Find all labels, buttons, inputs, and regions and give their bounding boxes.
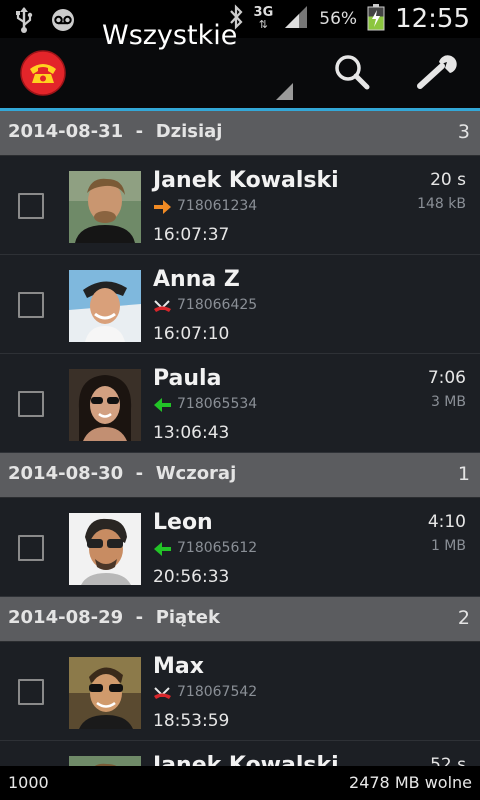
call-time: 16:07:37 — [153, 225, 230, 245]
contact-avatar — [69, 657, 141, 729]
row-checkbox[interactable] — [18, 679, 44, 705]
group-day: Piątek — [155, 607, 220, 628]
call-time: 20:56:33 — [153, 567, 230, 587]
group-count: 1 — [457, 463, 470, 485]
row-checkbox[interactable] — [18, 391, 44, 417]
date-group-header: 2014-08-30 - Wczoraj 1 — [0, 453, 480, 498]
contact-name: Paula — [153, 366, 222, 391]
contact-avatar — [69, 756, 141, 766]
status-clock: 12:55 — [395, 4, 470, 34]
outgoing-call-icon — [153, 199, 172, 215]
group-date: 2014-08-29 — [8, 607, 124, 628]
action-bar — [0, 38, 480, 111]
missed-call-icon — [153, 298, 172, 314]
phone-number: 718067542 — [177, 684, 258, 700]
call-recording-list[interactable]: 2014-08-31 - Dzisiaj 3 Janek Kowalski 71… — [0, 111, 480, 766]
contact-name: Janek Kowalski — [153, 168, 339, 193]
phone-number: 718066425 — [177, 297, 258, 313]
incoming-call-icon — [153, 541, 172, 557]
signal-icon — [283, 4, 309, 34]
call-row[interactable]: Max 718067542 18:53:59 — [0, 642, 480, 741]
incoming-call-icon — [153, 397, 172, 413]
contact-name: Anna Z — [153, 267, 240, 292]
group-count: 3 — [457, 121, 470, 143]
free-space: 2478 MB wolne — [349, 773, 472, 792]
status-bar-notifications — [14, 6, 76, 38]
battery-percent: 56% — [319, 9, 358, 29]
recording-size: 1 MB — [430, 538, 466, 554]
call-duration: 4:10 — [427, 512, 466, 532]
filter-dropdown-label[interactable]: Wszystkie — [102, 20, 237, 51]
settings-wrench-icon[interactable] — [414, 52, 460, 96]
contact-name: Max — [153, 654, 204, 679]
network-3g-icon: 3G ⇅ — [253, 5, 274, 31]
call-row[interactable]: Janek Kowalski 718061234 16:07:37 20 s 1… — [0, 156, 480, 255]
contact-avatar — [69, 513, 141, 585]
call-duration: 52 s — [430, 755, 466, 766]
search-icon[interactable] — [332, 52, 372, 96]
call-row[interactable]: Anna Z 718066425 16:07:10 — [0, 255, 480, 354]
call-time: 13:06:43 — [153, 423, 230, 443]
phone-number: 718065612 — [177, 540, 258, 556]
phone-number: 718061234 — [177, 198, 258, 214]
recording-size: 3 MB — [430, 394, 466, 410]
group-date: 2014-08-31 — [8, 121, 124, 142]
row-checkbox[interactable] — [18, 535, 44, 561]
call-time: 18:53:59 — [153, 711, 230, 731]
group-date: 2014-08-30 — [8, 463, 124, 484]
footer-bar: 1000 2478 MB wolne — [0, 766, 480, 800]
call-time: 16:07:10 — [153, 324, 230, 344]
group-count: 2 — [457, 607, 470, 629]
date-group-header: 2014-08-31 - Dzisiaj 3 — [0, 111, 480, 156]
row-checkbox[interactable] — [18, 193, 44, 219]
contact-avatar — [69, 270, 141, 342]
contact-avatar — [69, 369, 141, 441]
contact-name: Leon — [153, 510, 213, 535]
dropdown-indicator-icon[interactable] — [276, 83, 293, 100]
row-checkbox[interactable] — [18, 292, 44, 318]
status-bar: 3G ⇅ 56% 12:55 — [0, 0, 480, 38]
app-phone-icon[interactable] — [20, 50, 66, 100]
group-day: Wczoraj — [155, 463, 237, 484]
battery-charging-icon — [367, 3, 385, 35]
date-group-header: 2014-08-29 - Piątek 2 — [0, 597, 480, 642]
phone-number: 718065534 — [177, 396, 258, 412]
call-row[interactable]: Paula 718065534 13:06:43 7:06 3 MB — [0, 354, 480, 453]
recording-count: 1000 — [8, 773, 49, 792]
call-row[interactable]: Leon 718065612 20:56:33 4:10 1 MB — [0, 498, 480, 597]
status-bar-system: 3G ⇅ 56% 12:55 — [228, 0, 470, 38]
usb-icon — [14, 6, 34, 38]
contact-avatar — [69, 171, 141, 243]
recording-size: 148 kB — [417, 196, 466, 212]
group-day: Dzisiaj — [155, 121, 223, 142]
call-duration: 7:06 — [427, 368, 466, 388]
voicemail-icon — [50, 7, 76, 37]
contact-name: Janek Kowalski — [153, 753, 339, 766]
missed-call-icon — [153, 685, 172, 701]
call-duration: 20 s — [430, 170, 466, 190]
call-row[interactable]: Janek Kowalski 52 s — [0, 741, 480, 766]
